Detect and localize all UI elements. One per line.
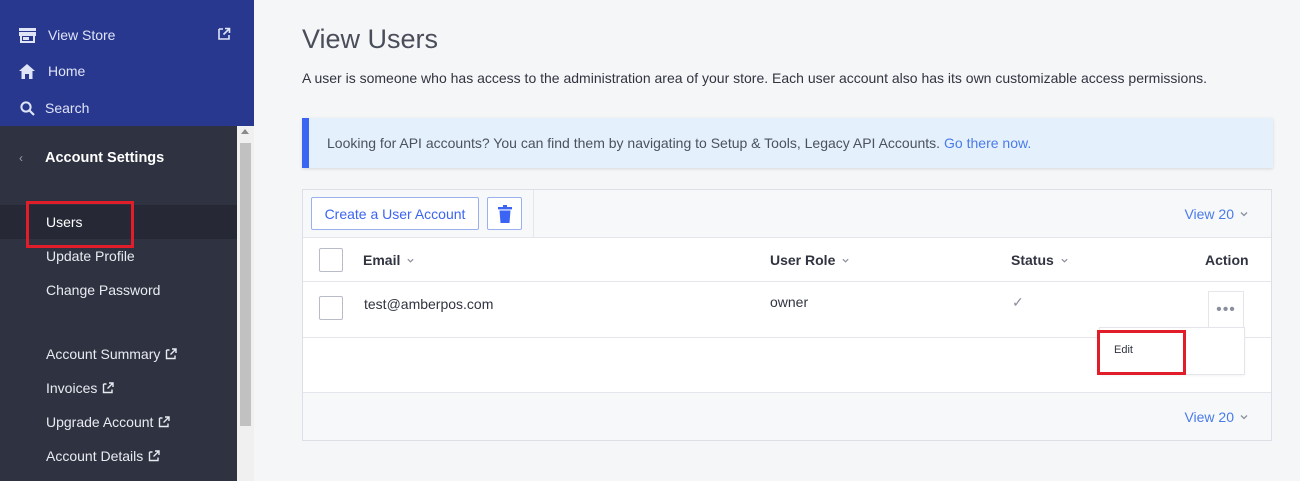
column-action: Action bbox=[1205, 252, 1249, 268]
scrollbar-thumb[interactable] bbox=[240, 143, 251, 426]
view-store-label: View Store bbox=[48, 27, 116, 43]
view-per-page-select[interactable]: View 20 bbox=[1184, 206, 1249, 222]
home-link[interactable]: Home bbox=[18, 59, 85, 83]
api-accounts-alert: Looking for API accounts? You can find t… bbox=[302, 118, 1273, 168]
chevron-down-icon bbox=[842, 258, 849, 263]
account-settings-header[interactable]: ‹ Account Settings bbox=[0, 126, 237, 190]
row-actions-button[interactable]: ••• bbox=[1208, 291, 1244, 327]
view-per-page-label: View 20 bbox=[1184, 206, 1234, 222]
column-label: User Role bbox=[770, 252, 836, 268]
table-header: Email User Role Status Action bbox=[303, 238, 1271, 282]
chevron-down-icon bbox=[1240, 212, 1248, 217]
row-checkbox[interactable] bbox=[319, 296, 343, 320]
highlight-box-edit bbox=[1097, 330, 1186, 375]
section-title: Account Settings bbox=[45, 150, 165, 166]
store-icon bbox=[18, 26, 36, 44]
column-status[interactable]: Status bbox=[1011, 252, 1069, 268]
sidebar-item-label: Account Summary bbox=[46, 346, 161, 362]
users-table-panel: Create a User Account View 20 Email User… bbox=[302, 189, 1272, 441]
home-label: Home bbox=[48, 63, 86, 79]
column-email[interactable]: Email bbox=[363, 252, 415, 268]
search-icon bbox=[18, 99, 36, 117]
delete-button[interactable] bbox=[487, 197, 522, 230]
sidebar-item-account-details[interactable]: Account Details bbox=[46, 448, 160, 464]
sidebar-item-label: Account Details bbox=[46, 448, 144, 464]
column-user-role[interactable]: User Role bbox=[770, 252, 850, 268]
status-check-icon: ✓ bbox=[1012, 294, 1024, 310]
more-options-icon: ••• bbox=[1216, 300, 1236, 318]
home-icon bbox=[18, 62, 36, 80]
sidebar-item-label: Upgrade Account bbox=[46, 414, 154, 430]
search-label: Search bbox=[45, 100, 90, 116]
external-link-icon bbox=[149, 450, 160, 462]
create-user-button[interactable]: Create a User Account bbox=[311, 197, 479, 230]
sidebar-item-label: Invoices bbox=[46, 380, 98, 396]
view-per-page-select-footer[interactable]: View 20 bbox=[1184, 409, 1249, 425]
trash-icon bbox=[497, 204, 512, 223]
alert-text: Looking for API accounts? You can find t… bbox=[327, 135, 941, 151]
external-link-icon bbox=[166, 348, 178, 360]
external-link-icon bbox=[103, 382, 115, 394]
alert-link[interactable]: Go there now. bbox=[944, 135, 1031, 151]
scroll-up-icon[interactable] bbox=[241, 129, 249, 134]
sidebar-item-change-password[interactable]: Change Password bbox=[46, 282, 160, 298]
search-link[interactable]: Search bbox=[18, 96, 89, 120]
sidebar-item-invoices[interactable]: Invoices bbox=[46, 380, 115, 396]
toolbar-divider bbox=[533, 190, 534, 237]
external-link-icon bbox=[159, 416, 171, 428]
table-footer: View 20 bbox=[303, 392, 1271, 440]
chevron-down-icon bbox=[1061, 258, 1068, 263]
view-per-page-label: View 20 bbox=[1184, 409, 1234, 425]
user-email: test@amberpos.com bbox=[364, 296, 494, 312]
external-link-icon[interactable] bbox=[217, 27, 231, 41]
select-all-checkbox[interactable] bbox=[319, 248, 343, 272]
page-description: A user is someone who has access to the … bbox=[302, 70, 1207, 86]
sidebar-item-account-summary[interactable]: Account Summary bbox=[46, 346, 178, 362]
user-role: owner bbox=[770, 294, 809, 310]
chevron-down-icon bbox=[407, 258, 414, 263]
table-toolbar: Create a User Account View 20 bbox=[303, 190, 1271, 238]
view-store-link[interactable]: View Store bbox=[18, 23, 115, 47]
chevron-down-icon bbox=[1240, 415, 1248, 420]
page-title: View Users bbox=[302, 24, 439, 54]
column-label: Email bbox=[363, 252, 401, 268]
sidebar-item-upgrade-account[interactable]: Upgrade Account bbox=[46, 414, 171, 430]
highlight-box-users bbox=[26, 201, 134, 248]
top-nav: View Store Home Search bbox=[0, 0, 254, 126]
column-label: Action bbox=[1205, 252, 1249, 268]
chevron-left-icon[interactable]: ‹ bbox=[19, 151, 31, 165]
column-label: Status bbox=[1011, 252, 1054, 268]
sidebar-item-update-profile[interactable]: Update Profile bbox=[46, 248, 135, 264]
